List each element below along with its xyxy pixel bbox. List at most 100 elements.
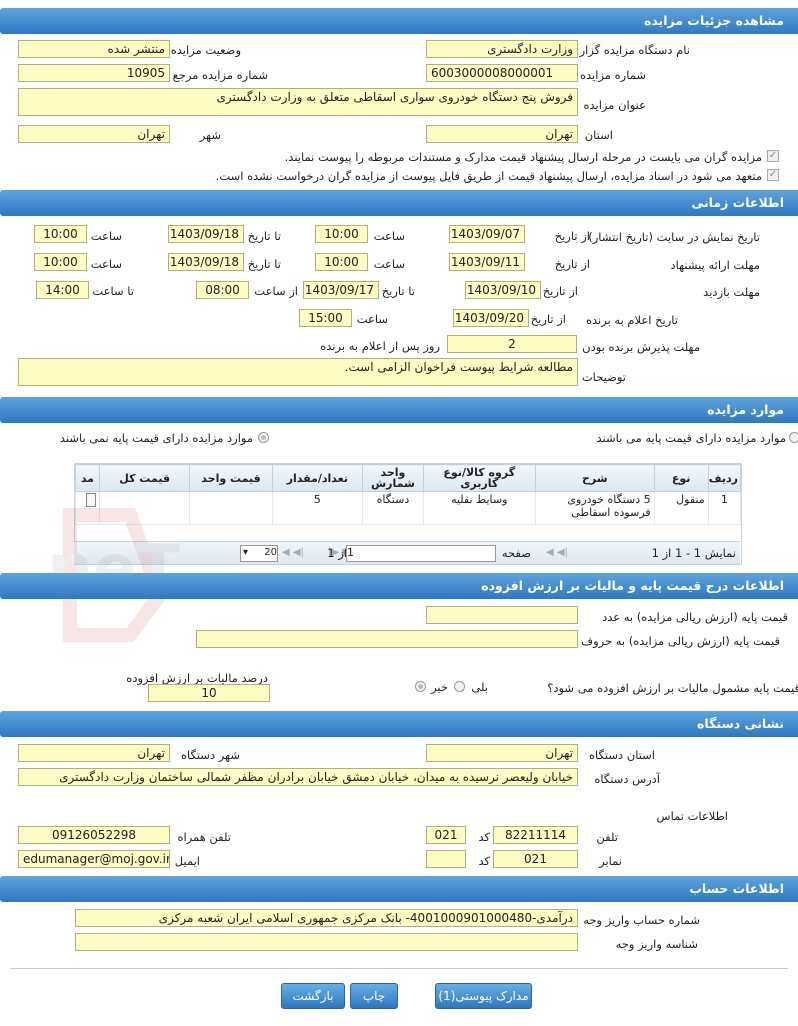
- vat-percent-field: 10: [148, 684, 270, 702]
- base-price-number-field[interactable]: [426, 606, 578, 624]
- vat-yes-radio[interactable]: [454, 681, 465, 692]
- accept-deadline-label: مهلت پذیرش برنده بودن: [582, 340, 700, 354]
- page-size-select[interactable]: 20 ▾: [240, 545, 278, 562]
- offer-from-time: 10:00: [315, 253, 368, 271]
- pager-of-label: از 1: [327, 546, 347, 560]
- offer-deadline-label: مهلت ارائه پیشنهاد: [670, 258, 760, 272]
- status-field: منتشر شده: [18, 40, 170, 58]
- fax-code-field: [426, 850, 466, 868]
- auction-number-label: شماره مزایده: [580, 68, 646, 82]
- cell-quantity: 5: [271, 491, 364, 525]
- city-field: تهران: [18, 125, 170, 143]
- to-time-label: تا ساعت: [92, 284, 134, 298]
- title-field: فروش پنج دستگاه خودروی سواری اسقاطی متعل…: [18, 88, 578, 116]
- no-attach-request-text: متعهد می شود در اسناد مزایده، ارسال پیشن…: [215, 169, 762, 183]
- no-attach-request-checkbox[interactable]: ✓: [767, 169, 779, 181]
- row-doc-button[interactable]: [85, 493, 96, 507]
- col-header[interactable]: قیمت کل: [98, 464, 191, 492]
- attach-docs-checkbox[interactable]: ✓: [767, 150, 779, 162]
- cell-unit-price: [189, 491, 273, 525]
- from-time-label: از ساعت: [254, 284, 298, 298]
- org-address-label: آدرس دستگاه: [594, 772, 660, 786]
- notes-field: مطالعه شرایط پیوست فراخوان الزامی است.: [18, 358, 578, 386]
- from-date-label: از تاریخ: [554, 257, 590, 271]
- org-city-label: شهر دستگاه: [180, 748, 240, 762]
- col-header[interactable]: ردیف: [707, 464, 741, 492]
- fax-label: نمابر: [599, 854, 622, 868]
- time-label: ساعت: [90, 229, 122, 243]
- col-header[interactable]: شرح: [534, 464, 655, 492]
- col-header[interactable]: واحد شمارش: [362, 464, 424, 492]
- page-number-input[interactable]: 1: [346, 545, 496, 562]
- cell-description: 5 دستگاه خودروی فرسوده اسقاطی: [534, 491, 655, 525]
- visit-from-date: 1403/09/10: [465, 281, 541, 299]
- radio-without-base-price-label: موارد مزایده دارای قیمت پایه نمی باشند: [59, 431, 253, 445]
- cell-doc[interactable]: [75, 491, 100, 525]
- display-from-time: 10:00: [315, 225, 368, 243]
- payment-id-label: شناسه واریز وجه: [615, 937, 698, 951]
- col-header[interactable]: مد: [75, 464, 100, 492]
- table-row[interactable]: 1 منقول 5 دستگاه خودروی فرسوده اسقاطی وس…: [75, 491, 741, 525]
- cell-row-number: 1: [707, 491, 741, 525]
- section-header-pricing: اطلاعات درج قیمت پایه و مالیات بر ارزش ا…: [0, 573, 798, 599]
- email-field: edumanager@moj.gov.ir: [18, 850, 170, 868]
- ref-number-field: 10905: [18, 64, 170, 82]
- cell-category: وسایط نقلیه: [422, 491, 536, 525]
- vat-no-label: خیر: [431, 680, 448, 694]
- org-province-label: استان دستگاه: [588, 748, 655, 762]
- account-number-field: درآمدی-4001000901000480- بانک مرکزی جمهو…: [75, 909, 578, 927]
- back-button[interactable]: بازگشت: [281, 983, 345, 1009]
- province-field: تهران: [426, 125, 578, 143]
- fax-field: 021: [493, 850, 578, 868]
- items-table: ردیف نوع شرح گروه کالا/نوع کاربری واحد ش…: [75, 464, 741, 525]
- col-header[interactable]: گروه کالا/نوع کاربری: [422, 464, 536, 492]
- from-date-label: از تاریخ: [530, 312, 566, 326]
- display-date-label: تاریخ نمایش در سایت (تاریخ انتشار): [588, 230, 760, 244]
- time-label: ساعت: [356, 312, 388, 326]
- base-price-text-label: قیمت پایه (ارزش ریالی مزایده) به حروف: [581, 634, 780, 648]
- cell-type: منقول: [653, 491, 709, 525]
- cell-unit: دستگاه: [362, 491, 424, 525]
- col-header[interactable]: نوع: [653, 464, 709, 492]
- page-size-value: 20: [264, 547, 277, 558]
- print-button[interactable]: چاپ: [350, 983, 398, 1009]
- accept-days-suffix: روز پس از اعلام به برنده: [320, 339, 440, 353]
- notes-label: توضیحات: [581, 370, 626, 384]
- org-city-field: تهران: [18, 744, 170, 762]
- org-address-field: خیابان ولیعصر نرسیده به میدان، خیابان دم…: [18, 768, 578, 786]
- to-date-label: تا تاریخ: [247, 229, 281, 243]
- phone-field: 82211114: [493, 826, 578, 844]
- base-price-text-field[interactable]: [196, 630, 578, 648]
- vat-percent-label: درصد مالیات بر ارزش افزوده: [126, 671, 268, 685]
- title-label: عنوان مزایده: [583, 98, 646, 112]
- time-label: ساعت: [373, 229, 405, 243]
- first-page-icon[interactable]: |◀ ◀: [282, 547, 304, 558]
- section-header-account: اطلاعات حساب: [0, 876, 798, 902]
- announce-date-label: تاریخ اعلام به برنده: [585, 313, 678, 327]
- org-province-field: تهران: [426, 744, 578, 762]
- fax-code-label: کد: [478, 854, 490, 868]
- offer-from-date: 1403/09/11: [449, 253, 525, 271]
- col-header[interactable]: قیمت واحد: [189, 464, 273, 492]
- from-date-label: از تاریخ: [542, 284, 578, 298]
- col-header[interactable]: تعداد/مقدار: [271, 464, 364, 492]
- payment-id-field: [75, 933, 578, 951]
- prev-page-icon[interactable]: |◀ ◀: [546, 547, 568, 558]
- visit-from-time: 08:00: [196, 281, 249, 299]
- display-from-date: 1403/09/07: [449, 225, 525, 243]
- offer-to-date: 1403/09/18: [168, 253, 244, 271]
- from-date-label: از تاریخ: [554, 229, 590, 243]
- section-header-items: موارد مزایده: [0, 397, 798, 423]
- attachments-button[interactable]: مدارک پیوستی(1): [435, 983, 532, 1009]
- radio-with-base-price[interactable]: [789, 432, 798, 443]
- base-price-number-label: قیمت پایه (ارزش ریالی مزایده) به عدد: [602, 610, 788, 624]
- footer-divider: [10, 968, 788, 969]
- auction-number-field: 6003000008000001: [426, 64, 578, 82]
- phone-code-label: کد: [478, 830, 490, 844]
- radio-without-base-price[interactable]: [258, 432, 269, 443]
- announce-time: 15:00: [299, 309, 352, 327]
- vat-no-radio[interactable]: [415, 681, 426, 692]
- table-header-row: ردیف نوع شرح گروه کالا/نوع کاربری واحد ش…: [75, 464, 741, 492]
- visit-to-date: 1403/09/17: [303, 281, 379, 299]
- announce-from-date: 1403/09/20: [453, 309, 529, 327]
